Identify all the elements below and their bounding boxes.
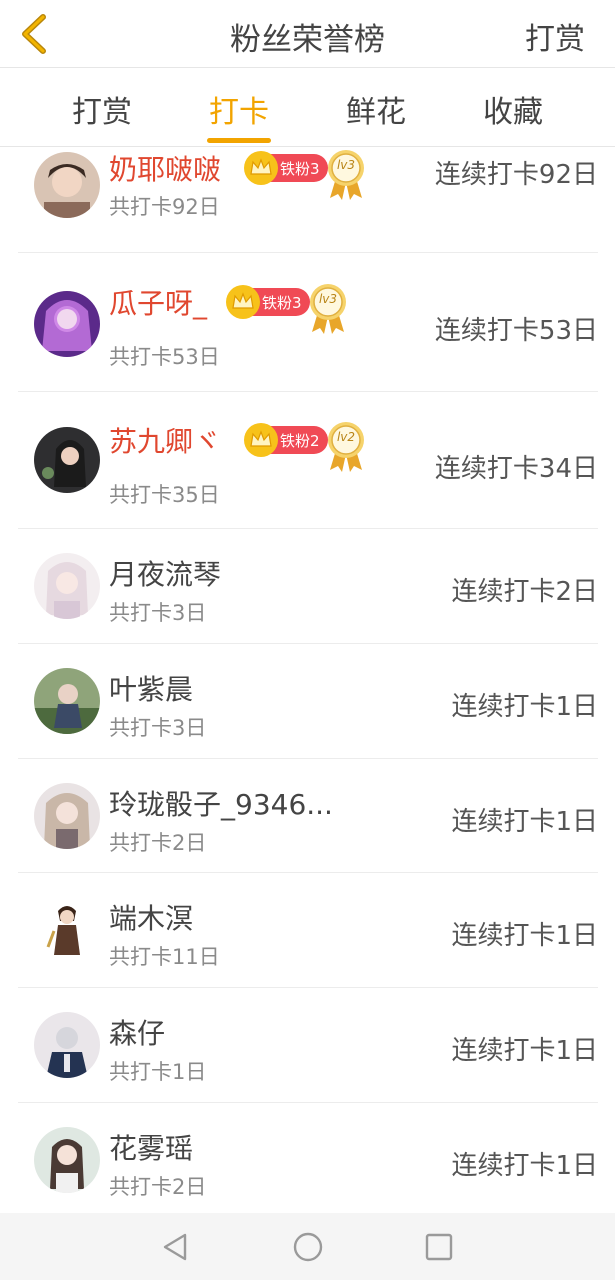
page-title: 粉丝荣誉榜	[230, 22, 385, 58]
avatar	[34, 291, 100, 357]
list-item[interactable]: 玲珑骰子_9346... 共打卡2日 连续打卡1日	[18, 759, 598, 873]
crown-icon	[226, 285, 260, 319]
total-checkins: 共打卡3日	[109, 601, 207, 625]
nav-recent-button[interactable]	[421, 1229, 457, 1265]
avatar	[34, 1012, 100, 1078]
medal-level: lv3	[318, 292, 338, 306]
avatar	[34, 897, 100, 963]
checkin-ranking-list: 奶耶啵啵 铁粉3 lv3 共打卡92日 连续打卡92日 瓜子呀_ 铁粉3 lv3…	[0, 148, 615, 1213]
fan-badge-label: 铁粉3	[262, 293, 302, 312]
medal-icon: lv2	[326, 420, 366, 472]
streak-days: 连续打卡1日	[451, 1151, 598, 1181]
avatar	[34, 152, 100, 218]
active-tab-indicator	[207, 138, 271, 143]
tab-tip[interactable]: 打赏	[42, 87, 162, 131]
streak-days: 连续打卡1日	[451, 692, 598, 722]
user-name: 苏九卿ヾ	[109, 425, 222, 458]
square-recent-icon	[425, 1233, 453, 1261]
medal-icon: lv3	[326, 148, 366, 200]
total-checkins: 共打卡2日	[109, 1175, 207, 1199]
tab-flowers[interactable]: 鲜花	[316, 87, 436, 131]
streak-days: 连续打卡2日	[451, 577, 598, 607]
list-item[interactable]: 叶紫晨 共打卡3日 连续打卡1日	[18, 644, 598, 759]
user-name: 森仔	[109, 1017, 166, 1050]
tab-bar: 打赏 打卡 鲜花 收藏	[0, 69, 615, 147]
total-checkins: 共打卡92日	[109, 195, 220, 219]
streak-days: 连续打卡34日	[434, 454, 598, 484]
nav-back-button[interactable]	[158, 1229, 194, 1265]
tab-checkin[interactable]: 打卡	[179, 87, 299, 131]
avatar	[34, 1127, 100, 1193]
fan-level-badge: 铁粉3	[226, 285, 310, 319]
circle-home-icon	[293, 1232, 323, 1262]
streak-days: 连续打卡1日	[451, 1036, 598, 1066]
list-item[interactable]: 苏九卿ヾ 铁粉2 lv2 共打卡35日 连续打卡34日	[18, 392, 598, 529]
user-name: 叶紫晨	[109, 673, 194, 706]
fan-level-badge: 铁粉3	[244, 151, 328, 185]
avatar	[34, 668, 100, 734]
user-name: 瓜子呀_	[109, 287, 208, 320]
total-checkins: 共打卡3日	[109, 716, 207, 740]
medal-icon: lv3	[308, 282, 348, 334]
user-name: 端木溟	[109, 902, 194, 935]
avatar	[34, 553, 100, 619]
avatar	[34, 783, 100, 849]
list-item[interactable]: 瓜子呀_ 铁粉3 lv3 共打卡53日 连续打卡53日	[18, 254, 598, 392]
avatar	[34, 427, 100, 493]
fan-badge-label: 铁粉3	[280, 159, 320, 178]
triangle-back-icon	[163, 1233, 187, 1261]
user-name: 花雾瑶	[109, 1132, 194, 1165]
total-checkins: 共打卡53日	[109, 345, 220, 369]
total-checkins: 共打卡1日	[109, 1060, 207, 1084]
total-checkins: 共打卡11日	[109, 945, 220, 969]
streak-days: 连续打卡53日	[434, 316, 598, 346]
list-item[interactable]: 奶耶啵啵 铁粉3 lv3 共打卡92日 连续打卡92日	[18, 148, 598, 253]
streak-days: 连续打卡1日	[451, 921, 598, 951]
crown-icon	[244, 151, 278, 185]
medal-level: lv2	[336, 430, 356, 444]
list-item[interactable]: 森仔 共打卡1日 连续打卡1日	[18, 988, 598, 1103]
total-checkins: 共打卡35日	[109, 483, 220, 507]
fan-level-badge: 铁粉2	[244, 423, 328, 457]
fan-badge-label: 铁粉2	[280, 431, 320, 450]
list-item[interactable]: 端木溟 共打卡11日 连续打卡1日	[18, 873, 598, 988]
medal-level: lv3	[336, 158, 356, 172]
top-bar: 粉丝荣誉榜 打赏	[0, 0, 615, 68]
tab-favorites[interactable]: 收藏	[453, 87, 573, 131]
system-nav-bar	[0, 1213, 615, 1280]
user-name: 月夜流琴	[109, 558, 222, 591]
list-item[interactable]: 月夜流琴 共打卡3日 连续打卡2日	[18, 529, 598, 644]
nav-home-button[interactable]	[290, 1229, 326, 1265]
streak-days: 连续打卡92日	[434, 160, 598, 190]
user-name: 玲珑骰子_9346...	[109, 788, 333, 821]
streak-days: 连续打卡1日	[451, 807, 598, 837]
list-item[interactable]: 花雾瑶 共打卡2日 连续打卡1日	[18, 1103, 598, 1213]
crown-icon	[244, 423, 278, 457]
user-name: 奶耶啵啵	[109, 153, 222, 186]
tip-button[interactable]: 打赏	[525, 14, 585, 58]
total-checkins: 共打卡2日	[109, 831, 207, 855]
